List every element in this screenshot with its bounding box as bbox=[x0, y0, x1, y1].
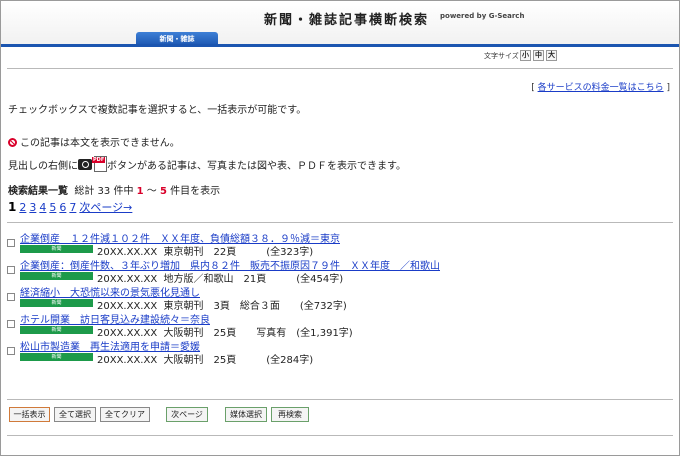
bracket: [ bbox=[531, 83, 535, 93]
summary-from: 1 bbox=[136, 186, 144, 197]
bracket: ] bbox=[666, 83, 670, 93]
font-size-large-button[interactable]: 大 bbox=[546, 50, 557, 61]
next-page-button[interactable]: 次ページ bbox=[166, 407, 208, 422]
list-item: 企業倒産：倒産件数、３年ぶり増加 県内８２件 販売不振原因７９件 ＸＸ年度 ／和… bbox=[7, 257, 667, 285]
media-hint-suffix: ボタンがある記事は、写真または図や表、ＰＤＦを表示できます。 bbox=[107, 161, 406, 172]
font-size-medium-button[interactable]: 中 bbox=[533, 50, 544, 61]
no-body-text: この記事は本文を表示できません。 bbox=[20, 138, 180, 149]
divider bbox=[7, 222, 673, 223]
result-meta: 20XX.XX.XX 大阪朝刊 25頁 写真有 (全1,391字) bbox=[97, 324, 353, 339]
list-item: 企業倒産 １２件減１０２件 ＸＸ年度、負債総額３８．９％減＝東京 新聞 20XX… bbox=[7, 230, 667, 258]
font-size-small-button[interactable]: 小 bbox=[520, 50, 531, 61]
category-badge: 新聞 bbox=[20, 353, 93, 361]
result-source: 大阪朝刊 25頁 (全284字) bbox=[163, 355, 314, 366]
summary-total: 総計 33 件中 bbox=[74, 186, 134, 197]
result-list: 企業倒産 １２件減１０２件 ＸＸ年度、負債総額３８．９％減＝東京 新聞 20XX… bbox=[7, 230, 667, 366]
powered-by-text: powered by G-Search bbox=[440, 12, 525, 20]
list-item: 経済縮小 大恐慌以来の景気悪化見通し 新聞 20XX.XX.XX 東京朝刊 3頁… bbox=[7, 284, 667, 312]
summary-suffix: 件目を表示 bbox=[170, 186, 221, 197]
checkbox-hint: チェックボックスで複数記事を選択すると、一括表示が可能です。 bbox=[8, 105, 307, 116]
media-hint: 見出しの右側に ボタンがある記事は、写真または図や表、ＰＤＦを表示できます。 bbox=[8, 156, 406, 172]
result-checkbox[interactable] bbox=[7, 320, 15, 328]
summary-tilde: ～ bbox=[146, 186, 157, 197]
category-badge: 新聞 bbox=[20, 272, 93, 280]
current-page: 1 bbox=[8, 200, 17, 214]
category-badge: 新聞 bbox=[20, 299, 93, 307]
page-link[interactable]: 2 bbox=[19, 201, 26, 214]
prohibited-icon bbox=[8, 138, 17, 147]
result-summary: 検索結果一覧 総計 33 件中 1 ～ 5 件目を表示 bbox=[8, 182, 220, 197]
result-checkbox[interactable] bbox=[7, 266, 15, 274]
price-list-link-container: [ 各サービスの料金一覧はこちら ] bbox=[531, 80, 670, 93]
bulk-view-button[interactable]: 一括表示 bbox=[9, 407, 50, 422]
divider bbox=[7, 68, 673, 69]
pagination: 1 2 3 4 5 6 7 次ページ→ bbox=[8, 199, 135, 215]
result-meta: 20XX.XX.XX 東京朝刊 22頁 (全323字) bbox=[97, 243, 313, 258]
result-meta: 20XX.XX.XX 大阪朝刊 25頁 (全284字) bbox=[97, 351, 313, 366]
result-checkbox[interactable] bbox=[7, 293, 15, 301]
category-badge: 新聞 bbox=[20, 245, 93, 253]
site-header: 新聞・雑誌記事横断検索 powered by G-Search 新聞・雑誌 bbox=[1, 1, 679, 46]
result-checkbox[interactable] bbox=[7, 347, 15, 355]
divider bbox=[7, 399, 673, 400]
media-hint-prefix: 見出しの右側に bbox=[8, 161, 78, 172]
no-body-notice: この記事は本文を表示できません。 bbox=[8, 134, 180, 149]
result-meta: 20XX.XX.XX 地方版／和歌山 21頁 (全454字) bbox=[97, 270, 343, 285]
page-link[interactable]: 4 bbox=[39, 201, 46, 214]
font-size-label: 文字サイズ bbox=[484, 52, 519, 60]
clear-all-button[interactable]: 全てクリア bbox=[100, 407, 150, 422]
summary-to: 5 bbox=[159, 186, 167, 197]
list-item: 松山市製造業 再生法適用を申請＝愛媛 新聞 20XX.XX.XX 大阪朝刊 25… bbox=[7, 338, 667, 366]
page-link[interactable]: 7 bbox=[69, 201, 76, 214]
result-date: 20XX.XX.XX bbox=[97, 355, 158, 366]
pdf-icon bbox=[92, 156, 107, 172]
page-link[interactable]: 5 bbox=[49, 201, 56, 214]
select-all-button[interactable]: 全て選択 bbox=[54, 407, 96, 422]
category-badge: 新聞 bbox=[20, 326, 93, 334]
page-link[interactable]: 6 bbox=[59, 201, 66, 214]
divider bbox=[7, 435, 673, 436]
camera-icon bbox=[78, 159, 92, 170]
next-page-link[interactable]: 次ページ→ bbox=[79, 201, 132, 214]
result-meta: 20XX.XX.XX 東京朝刊 3頁 総合３面 (全732字) bbox=[97, 297, 347, 312]
page-link[interactable]: 3 bbox=[29, 201, 36, 214]
research-button[interactable]: 再検索 bbox=[271, 407, 309, 422]
site-title: 新聞・雑誌記事横断検索 bbox=[264, 13, 430, 28]
list-item: ホテル開業 訪日客見込み建設続々＝奈良 新聞 20XX.XX.XX 大阪朝刊 2… bbox=[7, 311, 667, 339]
summary-title: 検索結果一覧 bbox=[8, 186, 68, 197]
result-checkbox[interactable] bbox=[7, 239, 15, 247]
media-select-button[interactable]: 媒体選択 bbox=[225, 407, 267, 422]
price-list-link[interactable]: 各サービスの料金一覧はこちら bbox=[538, 83, 664, 93]
tab-bar bbox=[1, 44, 679, 47]
